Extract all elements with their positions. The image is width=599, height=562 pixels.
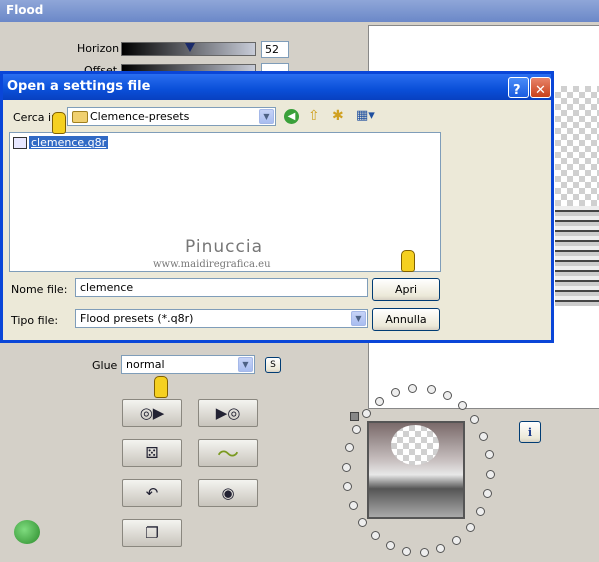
copy-icon: ❐	[145, 524, 159, 542]
new-folder-icon[interactable]: ✱	[332, 108, 348, 124]
navigator-dot[interactable]	[358, 517, 368, 527]
view-menu-icon[interactable]: ▦▾	[356, 108, 378, 124]
chevron-down-icon: ▼	[259, 109, 274, 124]
preview-image	[555, 86, 599, 206]
glue-select-value: normal	[126, 358, 165, 371]
close-icon: ✕	[535, 83, 546, 98]
navigator-dot[interactable]	[457, 401, 467, 411]
pointing-hand-icon	[154, 376, 168, 398]
horizon-value[interactable]: 52	[261, 41, 289, 58]
filetype-select[interactable]: Flood presets (*.q8r) ▼	[75, 309, 368, 328]
close-button[interactable]: ✕	[530, 77, 551, 98]
lookin-select[interactable]: Clemence-presets ▼	[67, 107, 276, 126]
load-preset-icon: ◎▶	[139, 404, 165, 422]
wave-button[interactable]: 〜	[198, 439, 258, 468]
lookin-value: Clemence-presets	[90, 110, 190, 123]
undo-button[interactable]: ↶	[122, 479, 182, 507]
random-button[interactable]: ⚄	[122, 439, 182, 467]
navigator-preview[interactable]	[367, 421, 465, 519]
file-name[interactable]: clemence.q8r	[29, 136, 109, 149]
undo-icon: ↶	[145, 484, 159, 502]
preview-reflection	[555, 206, 599, 306]
help-icon: ?	[513, 83, 521, 98]
chevron-down-icon: ▼	[238, 357, 253, 372]
navigator-dot[interactable]	[342, 462, 352, 472]
navigator-dot[interactable]	[484, 450, 494, 460]
pointing-hand-icon	[52, 112, 66, 134]
back-icon[interactable]: ◀	[284, 109, 299, 124]
save-preset-button[interactable]: ▶◎	[198, 399, 258, 427]
save-preset-icon: ▶◎	[215, 404, 241, 422]
filename-label: Nome file:	[11, 283, 68, 296]
navigator-dot[interactable]	[443, 390, 453, 400]
watermark-name: Pinuccia	[185, 237, 263, 257]
chevron-down-icon: ▼	[351, 311, 366, 326]
navigator-dot[interactable]	[479, 431, 489, 441]
navigator-dot[interactable]	[407, 384, 417, 394]
up-folder-icon[interactable]: ⇧	[308, 108, 324, 124]
navigator-dot[interactable]	[485, 470, 495, 479]
dialog-title: Open a settings file	[7, 79, 151, 94]
file-icon	[13, 136, 27, 149]
list-item[interactable]: clemence.q8r	[13, 136, 109, 149]
plugin-logo	[14, 520, 40, 544]
navigator-dot[interactable]	[385, 541, 395, 551]
flood-titlebar: Flood	[0, 0, 599, 22]
navigator-image	[391, 425, 439, 465]
info-button[interactable]: i	[519, 421, 541, 443]
wave-icon: 〜	[216, 443, 239, 468]
horizon-slider-thumb[interactable]	[185, 43, 196, 52]
navigator-dot[interactable]	[452, 535, 462, 545]
help-button[interactable]: ?	[508, 77, 529, 98]
circle-icon: ◉	[221, 484, 235, 502]
dialog-titlebar: Open a settings file ? ✕	[3, 74, 551, 100]
open-button[interactable]: Apri	[372, 278, 440, 301]
open-preset-button[interactable]: ◎▶	[122, 399, 182, 427]
navigator-dot[interactable]	[426, 385, 436, 395]
open-settings-dialog: Open a settings file ? ✕ Cerca in: Cleme…	[0, 71, 554, 343]
horizon-label: Horizon	[77, 42, 120, 55]
glue-s-button[interactable]: S	[265, 357, 281, 373]
filetype-value: Flood presets (*.q8r)	[80, 312, 194, 325]
dice-icon: ⚄	[145, 444, 159, 462]
navigator-dot[interactable]	[351, 425, 361, 435]
navigator-handle[interactable]	[350, 412, 359, 421]
filetype-label: Tipo file:	[11, 314, 59, 327]
watermark-url: www.maidiregrafica.eu	[153, 259, 271, 270]
navigator-dot[interactable]	[419, 547, 429, 557]
cancel-button[interactable]: Annulla	[372, 308, 440, 331]
glue-select[interactable]: normal ▼	[121, 355, 255, 374]
pointing-hand-icon	[401, 250, 415, 272]
glue-label: Glue	[92, 359, 118, 372]
navigator-dot[interactable]	[465, 523, 475, 533]
reset-button[interactable]: ◉	[198, 479, 258, 507]
copy-button[interactable]: ❐	[122, 519, 182, 547]
flood-title: Flood	[6, 3, 44, 17]
folder-icon	[72, 111, 88, 123]
filename-input[interactable]: clemence	[75, 278, 368, 297]
